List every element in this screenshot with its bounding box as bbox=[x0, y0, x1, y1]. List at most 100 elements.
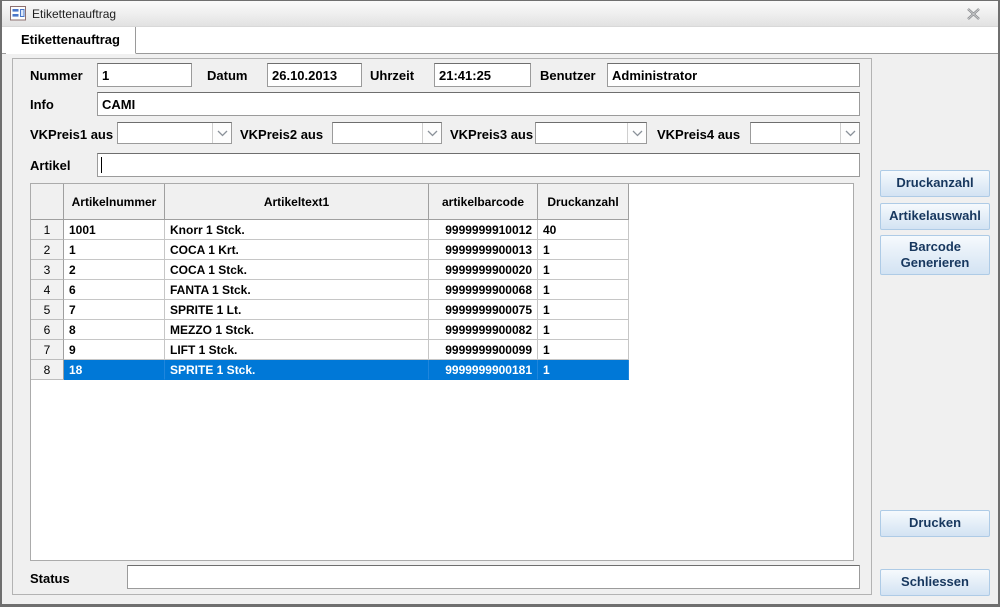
chevron-down-icon bbox=[632, 124, 643, 142]
row-selector[interactable]: 2 bbox=[31, 240, 64, 260]
cell-druckanzahl[interactable]: 1 bbox=[538, 360, 629, 380]
datasheet: Artikelnummer Artikeltext1 artikelbarcod… bbox=[30, 183, 854, 561]
table-body: 1 1001 Knorr 1 Stck. 9999999910012 40 2 1 COCA … bbox=[31, 220, 629, 380]
cell-druckanzahl[interactable]: 1 bbox=[538, 240, 629, 260]
table-row[interactable]: 4 6 FANTA 1 Stck. 9999999900068 1 bbox=[31, 280, 629, 300]
article-table: Artikelnummer Artikeltext1 artikelbarcod… bbox=[31, 184, 629, 380]
cell-artikeltext1[interactable]: COCA 1 Krt. bbox=[165, 240, 429, 260]
table-row[interactable]: 3 2 COCA 1 Stck. 9999999900020 1 bbox=[31, 260, 629, 280]
cell-druckanzahl[interactable]: 40 bbox=[538, 220, 629, 240]
column-header-artikelbarcode[interactable]: artikelbarcode bbox=[429, 184, 538, 220]
cell-artikelbarcode[interactable]: 9999999900082 bbox=[429, 320, 538, 340]
row-selector[interactable]: 3 bbox=[31, 260, 64, 280]
cell-artikelbarcode[interactable]: 9999999900181 bbox=[429, 360, 538, 380]
info-label: Info bbox=[30, 97, 54, 112]
row-selector[interactable]: 1 bbox=[31, 220, 64, 240]
vkpreis2-select[interactable] bbox=[332, 122, 442, 144]
cell-artikeltext1[interactable]: MEZZO 1 Stck. bbox=[165, 320, 429, 340]
column-header-artikelnummer[interactable]: Artikelnummer bbox=[64, 184, 165, 220]
datum-field[interactable] bbox=[267, 63, 362, 87]
vkpreis3-select[interactable] bbox=[535, 122, 647, 144]
column-header-artikeltext1[interactable]: Artikeltext1 bbox=[165, 184, 429, 220]
vkpreis4-select[interactable] bbox=[750, 122, 860, 144]
cell-artikelnummer[interactable]: 1001 bbox=[64, 220, 165, 240]
cell-artikelnummer[interactable]: 7 bbox=[64, 300, 165, 320]
cell-artikelbarcode[interactable]: 9999999900068 bbox=[429, 280, 538, 300]
vkpreis3-dropdown-button[interactable] bbox=[627, 123, 646, 143]
cell-druckanzahl[interactable]: 1 bbox=[538, 280, 629, 300]
barcode-generieren-button[interactable]: Barcode Generieren bbox=[880, 235, 990, 275]
cell-artikelnummer[interactable]: 6 bbox=[64, 280, 165, 300]
table-row[interactable]: 2 1 COCA 1 Krt. 9999999900013 1 bbox=[31, 240, 629, 260]
table-row[interactable]: 8 18 SPRITE 1 Stck. 9999999900181 1 bbox=[31, 360, 629, 380]
benutzer-label: Benutzer bbox=[540, 68, 596, 83]
cell-artikelbarcode[interactable]: 9999999900075 bbox=[429, 300, 538, 320]
row-selector[interactable]: 4 bbox=[31, 280, 64, 300]
row-selector[interactable]: 6 bbox=[31, 320, 64, 340]
vkpreis1-dropdown-button[interactable] bbox=[212, 123, 231, 143]
vkpreis2-dropdown-button[interactable] bbox=[422, 123, 441, 143]
form-icon bbox=[10, 6, 26, 21]
vkpreis2-label: VKPreis2 aus bbox=[240, 127, 324, 142]
tab-bar: Etikettenauftrag bbox=[2, 27, 998, 54]
info-field[interactable] bbox=[97, 92, 860, 116]
vkpreis1-label: VKPreis1 aus bbox=[30, 127, 114, 142]
table-header: Artikelnummer Artikeltext1 artikelbarcod… bbox=[31, 184, 629, 220]
vkpreis4-dropdown-button[interactable] bbox=[840, 123, 859, 143]
cell-artikelbarcode[interactable]: 9999999900020 bbox=[429, 260, 538, 280]
table-row[interactable]: 5 7 SPRITE 1 Lt. 9999999900075 1 bbox=[31, 300, 629, 320]
title-bar: Etikettenauftrag bbox=[2, 1, 998, 27]
cell-artikeltext1[interactable]: COCA 1 Stck. bbox=[165, 260, 429, 280]
druckanzahl-button[interactable]: Druckanzahl bbox=[880, 170, 990, 197]
cell-artikelnummer[interactable]: 8 bbox=[64, 320, 165, 340]
artikel-label: Artikel bbox=[30, 158, 71, 173]
cell-artikeltext1[interactable]: Knorr 1 Stck. bbox=[165, 220, 429, 240]
uhrzeit-label: Uhrzeit bbox=[370, 68, 415, 83]
status-field[interactable] bbox=[127, 565, 860, 589]
cell-druckanzahl[interactable]: 1 bbox=[538, 300, 629, 320]
row-selector[interactable]: 7 bbox=[31, 340, 64, 360]
status-label: Status bbox=[30, 571, 70, 586]
datum-label: Datum bbox=[207, 68, 248, 83]
vkpreis3-value bbox=[536, 123, 627, 143]
cell-artikelnummer[interactable]: 9 bbox=[64, 340, 165, 360]
artikelauswahl-button[interactable]: Artikelauswahl bbox=[880, 203, 990, 230]
table-row[interactable]: 6 8 MEZZO 1 Stck. 9999999900082 1 bbox=[31, 320, 629, 340]
table-row[interactable]: 7 9 LIFT 1 Stck. 9999999900099 1 bbox=[31, 340, 629, 360]
cell-artikeltext1[interactable]: LIFT 1 Stck. bbox=[165, 340, 429, 360]
cell-artikeltext1[interactable]: SPRITE 1 Stck. bbox=[165, 360, 429, 380]
nummer-field[interactable] bbox=[97, 63, 192, 87]
cell-artikelnummer[interactable]: 18 bbox=[64, 360, 165, 380]
vkpreis1-value bbox=[118, 123, 212, 143]
artikel-field[interactable] bbox=[97, 153, 860, 177]
vkpreis4-label: VKPreis4 aus bbox=[657, 127, 741, 142]
cell-artikelbarcode[interactable]: 9999999900013 bbox=[429, 240, 538, 260]
table-row[interactable]: 1 1001 Knorr 1 Stck. 9999999910012 40 bbox=[31, 220, 629, 240]
drucken-button[interactable]: Drucken bbox=[880, 510, 990, 537]
row-selector[interactable]: 8 bbox=[31, 360, 64, 380]
nummer-label: Nummer bbox=[30, 68, 83, 83]
cell-artikeltext1[interactable]: FANTA 1 Stck. bbox=[165, 280, 429, 300]
uhrzeit-field[interactable] bbox=[434, 63, 531, 87]
cell-druckanzahl[interactable]: 1 bbox=[538, 320, 629, 340]
window-title: Etikettenauftrag bbox=[32, 6, 117, 21]
row-selector[interactable]: 5 bbox=[31, 300, 64, 320]
close-icon[interactable] bbox=[962, 4, 984, 23]
chevron-down-icon bbox=[427, 124, 438, 142]
chevron-down-icon bbox=[217, 124, 228, 142]
cell-artikelnummer[interactable]: 2 bbox=[64, 260, 165, 280]
chevron-down-icon bbox=[845, 124, 856, 142]
tab-etikettenauftrag[interactable]: Etikettenauftrag bbox=[6, 27, 136, 54]
cell-artikelbarcode[interactable]: 9999999900099 bbox=[429, 340, 538, 360]
cell-artikeltext1[interactable]: SPRITE 1 Lt. bbox=[165, 300, 429, 320]
schliessen-button[interactable]: Schliessen bbox=[880, 569, 990, 596]
cell-artikelbarcode[interactable]: 9999999910012 bbox=[429, 220, 538, 240]
corner-header[interactable] bbox=[31, 184, 64, 220]
cell-druckanzahl[interactable]: 1 bbox=[538, 260, 629, 280]
cell-artikelnummer[interactable]: 1 bbox=[64, 240, 165, 260]
benutzer-field[interactable] bbox=[607, 63, 860, 87]
vkpreis4-value bbox=[751, 123, 840, 143]
column-header-druckanzahl[interactable]: Druckanzahl bbox=[538, 184, 629, 220]
cell-druckanzahl[interactable]: 1 bbox=[538, 340, 629, 360]
vkpreis1-select[interactable] bbox=[117, 122, 232, 144]
